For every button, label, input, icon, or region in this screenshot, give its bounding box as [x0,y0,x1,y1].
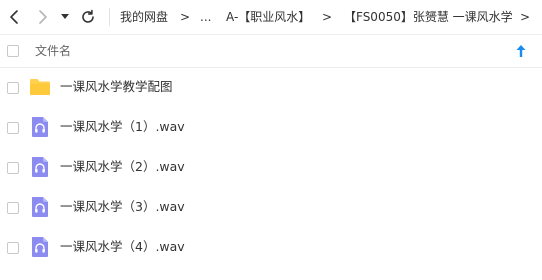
list-item-audio[interactable]: 一课风水学（3）.wav [0,188,542,228]
breadcrumb-ellipsis[interactable]: ... [200,9,211,25]
row-checkbox[interactable] [7,202,19,214]
refresh-button[interactable] [78,6,98,28]
audio-file-icon [32,197,48,217]
chevron-right-icon [39,10,47,24]
nav-divider [109,8,110,26]
row-checkbox[interactable] [7,82,19,94]
back-button[interactable] [4,6,24,28]
breadcrumb-separator: > [520,10,531,24]
breadcrumb-separator: > [322,10,333,24]
navigation-bar: 我的网盘 > ... A-【职业风水】 > 【FS0050】张赟慧 一课风水学 … [0,0,542,34]
file-name: 一课风水学（4）.wav [60,239,185,254]
audio-file-icon [32,237,48,257]
audio-file-icon [32,117,48,137]
list-item-folder[interactable]: 一课风水学教学配图 [0,68,542,108]
list-item-audio[interactable]: 一课风水学（1）.wav [0,108,542,148]
sort-ascending-icon[interactable] [515,44,527,58]
refresh-icon [82,9,94,23]
file-name: 一课风水学教学配图 [60,79,173,94]
caret-down-icon [61,14,69,19]
list-item-audio[interactable]: 一课风水学（2）.wav [0,148,542,188]
file-name: 一课风水学（3）.wav [60,199,185,214]
forward-button[interactable] [33,6,53,28]
history-dropdown-button[interactable] [58,6,72,28]
folder-icon [30,79,50,95]
breadcrumb-separator: > [180,10,191,24]
list-item-audio[interactable]: 一课风水学（4）.wav [0,228,542,268]
row-checkbox[interactable] [7,162,19,174]
file-name: 一课风水学（1）.wav [60,119,185,134]
audio-file-icon [32,157,48,177]
breadcrumb-career-fengshui[interactable]: A-【职业风水】 [226,9,310,25]
chevron-left-icon [10,10,18,24]
breadcrumb-current-folder[interactable]: 【FS0050】张赟慧 一课风水学 [344,9,513,25]
breadcrumb-home[interactable]: 我的网盘 [120,9,168,25]
column-header-filename[interactable]: 文件名 [35,43,71,59]
select-all-checkbox[interactable] [7,45,19,57]
file-name: 一课风水学（2）.wav [60,159,185,174]
row-checkbox[interactable] [7,122,19,134]
row-checkbox[interactable] [7,242,19,254]
file-list-header: 文件名 [0,34,542,68]
